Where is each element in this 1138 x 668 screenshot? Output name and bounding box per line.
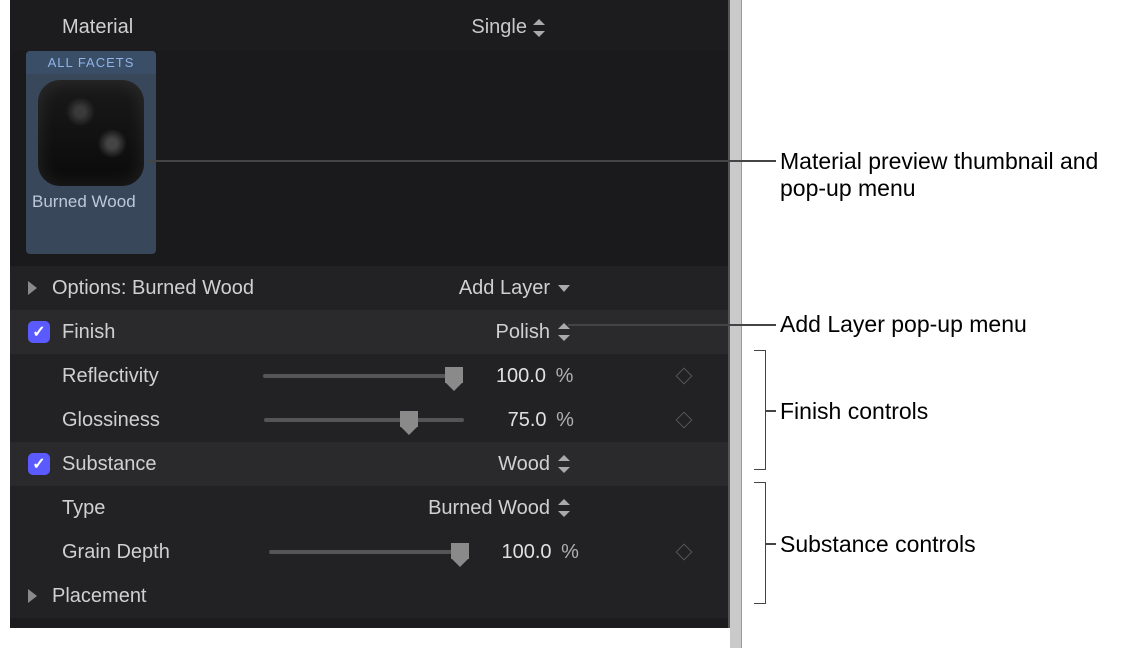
add-layer-label: Add Layer (459, 277, 550, 300)
material-inspector-panel: Material Single ALL FACETS Burned Wood O… (10, 0, 730, 628)
facet-header-label: ALL FACETS (26, 51, 156, 74)
substance-subtype-popup[interactable]: Burned Wood (428, 497, 710, 520)
options-label: Options: Burned Wood (52, 277, 254, 300)
grain-depth-value[interactable]: 100.0 % (489, 541, 579, 564)
bracket-tail (766, 410, 776, 412)
updown-icon (558, 499, 570, 517)
material-header-title: Material (62, 16, 471, 39)
keyframe-icon[interactable] (676, 412, 693, 429)
slider-track (263, 374, 463, 378)
reflectivity-row: Reflectivity 100.0 % (10, 354, 728, 398)
finish-title: Finish (62, 321, 115, 344)
glossiness-slider[interactable] (264, 408, 464, 432)
slider-track (264, 418, 464, 422)
options-row: Options: Burned Wood Add Layer (10, 266, 728, 310)
chevron-down-icon (558, 285, 570, 292)
keyframe-icon[interactable] (676, 368, 693, 385)
callout-line (568, 324, 776, 326)
grain-depth-slider[interactable] (269, 540, 469, 564)
reflectivity-slider[interactable] (263, 364, 463, 388)
facet-card[interactable]: ALL FACETS Burned Wood (26, 51, 156, 254)
glossiness-value[interactable]: 75.0 % (484, 409, 574, 432)
grain-depth-row: Grain Depth 100.0 % (10, 530, 728, 574)
facet-name-label: Burned Wood (26, 190, 156, 254)
updown-icon (533, 19, 545, 37)
substance-type-label: Wood (498, 453, 550, 476)
annotation-substance: Substance controls (780, 531, 976, 558)
facets-area: ALL FACETS Burned Wood (10, 51, 728, 266)
substance-title: Substance (62, 453, 157, 476)
callout-line (148, 160, 776, 162)
disclosure-triangle-icon[interactable] (28, 281, 42, 295)
slider-track (269, 550, 469, 554)
annotation-finish: Finish controls (780, 398, 928, 425)
updown-icon (558, 455, 570, 473)
slider-thumb[interactable] (445, 367, 463, 383)
glossiness-row: Glossiness 75.0 % (10, 398, 728, 442)
finish-checkbox[interactable] (28, 321, 50, 343)
substance-type-popup[interactable]: Wood (498, 453, 710, 476)
bracket (754, 350, 766, 470)
placement-row: Placement (10, 574, 728, 618)
updown-icon (558, 323, 570, 341)
finish-type-label: Polish (496, 321, 550, 344)
material-preview-thumbnail[interactable] (38, 80, 144, 186)
material-mode-label: Single (471, 16, 527, 39)
glossiness-label: Glossiness (62, 409, 160, 432)
substance-subtype-value: Burned Wood (428, 497, 550, 520)
reflectivity-value[interactable]: 100.0 % (483, 365, 573, 388)
finish-row: Finish Polish (10, 310, 728, 354)
substance-subtype-label: Type (62, 497, 105, 520)
annotation-add-layer: Add Layer pop-up menu (780, 311, 1027, 338)
disclosure-triangle-icon[interactable] (28, 589, 42, 603)
keyframe-icon[interactable] (676, 544, 693, 561)
slider-thumb[interactable] (451, 543, 469, 559)
bracket-tail (766, 543, 776, 545)
annotation-thumbnail: Material preview thumbnail and pop-up me… (780, 148, 1130, 202)
slider-thumb[interactable] (400, 411, 418, 427)
add-layer-popup[interactable]: Add Layer (459, 277, 710, 300)
placement-label: Placement (52, 585, 147, 608)
substance-row: Substance Wood (10, 442, 728, 486)
grain-depth-label: Grain Depth (62, 541, 170, 564)
material-header: Material Single (10, 8, 728, 51)
bracket (754, 482, 766, 604)
material-mode-popup[interactable]: Single (471, 16, 710, 39)
substance-checkbox[interactable] (28, 453, 50, 475)
reflectivity-label: Reflectivity (62, 365, 159, 388)
substance-subtype-row: Type Burned Wood (10, 486, 728, 530)
